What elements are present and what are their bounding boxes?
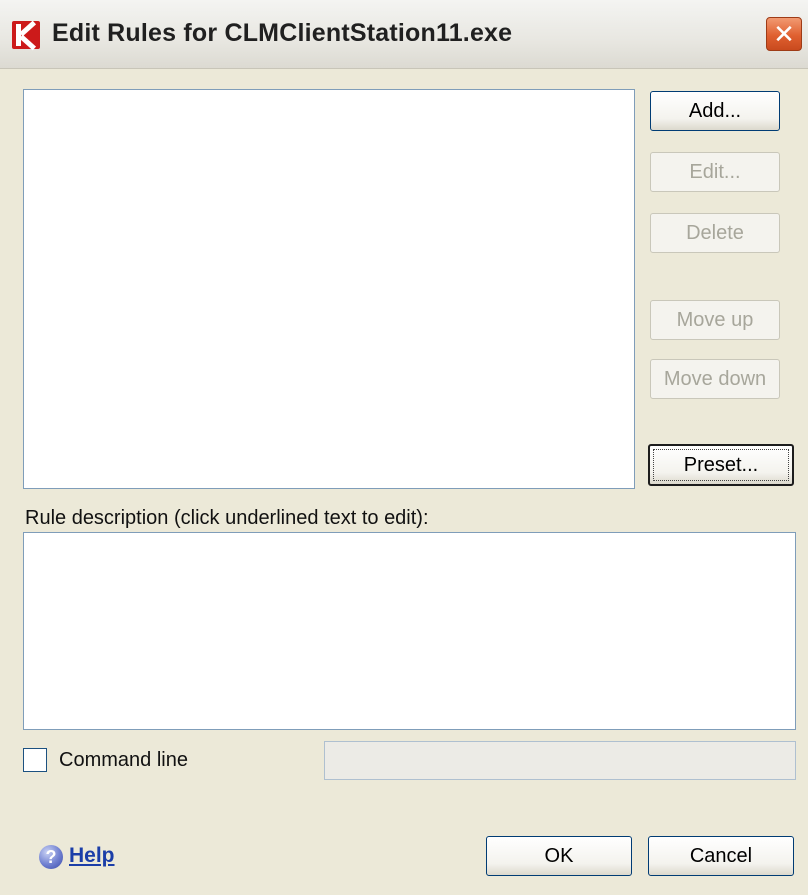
cancel-button[interactable]: Cancel	[648, 836, 794, 876]
preset-button[interactable]: Preset...	[648, 444, 794, 486]
move-up-button[interactable]: Move up	[650, 300, 780, 340]
window-title: Edit Rules for CLMClientStation11.exe	[52, 19, 513, 47]
help-link[interactable]: Help	[69, 844, 115, 868]
rules-list[interactable]	[23, 89, 635, 489]
rule-description-box[interactable]	[23, 532, 796, 730]
preset-button-label: Preset...	[683, 454, 759, 476]
close-icon: ✕	[773, 19, 795, 49]
edit-rules-dialog: Edit Rules for CLMClientStation11.exe ✕ …	[0, 0, 808, 895]
delete-button[interactable]: Delete	[650, 213, 780, 253]
command-line-label[interactable]: Command line	[59, 749, 188, 772]
move-down-button-label: Move down	[663, 368, 767, 390]
close-button[interactable]: ✕	[766, 17, 802, 51]
command-line-field[interactable]	[324, 741, 796, 780]
title-bar: Edit Rules for CLMClientStation11.exe ✕	[0, 0, 808, 69]
edit-button[interactable]: Edit...	[650, 152, 780, 192]
kaspersky-app-icon	[12, 20, 40, 51]
delete-button-label: Delete	[686, 222, 744, 244]
rule-description-label: Rule description (click underlined text …	[25, 507, 429, 529]
add-button[interactable]: Add...	[650, 91, 780, 131]
add-button-label: Add...	[688, 100, 742, 122]
move-down-button[interactable]: Move down	[650, 359, 780, 399]
help-question-icon[interactable]: ?	[39, 845, 63, 869]
cancel-button-label: Cancel	[689, 845, 753, 867]
command-line-checkbox[interactable]	[23, 748, 47, 772]
ok-button-label: OK	[544, 845, 574, 867]
ok-button[interactable]: OK	[486, 836, 632, 876]
edit-button-label: Edit...	[689, 161, 741, 183]
move-up-button-label: Move up	[676, 309, 754, 331]
